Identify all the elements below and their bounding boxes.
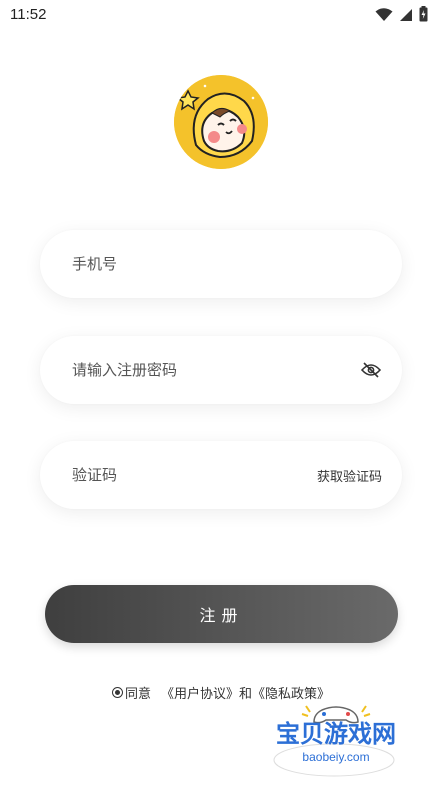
status-bar: 11:52: [0, 0, 442, 30]
status-icons: [375, 6, 428, 26]
watermark-url: baobeiy.com: [302, 750, 369, 764]
status-time: 11:52: [10, 6, 47, 23]
password-field: [40, 336, 402, 404]
eye-hidden-icon[interactable]: [360, 359, 382, 381]
phone-input[interactable]: [70, 254, 382, 274]
watermark-title: 宝贝游戏网: [276, 720, 396, 748]
agree-radio[interactable]: [111, 687, 123, 698]
get-code-button[interactable]: 获取验证码: [317, 466, 382, 485]
watermark-logo: 宝贝游戏网 baobeiy.com: [266, 700, 416, 780]
cartoon-character-avatar: [174, 75, 268, 169]
agree-label: 同意: [124, 687, 151, 702]
user-agreement-link[interactable]: 《用户协议》: [161, 683, 239, 702]
phone-field: [40, 230, 402, 298]
avatar: [174, 75, 268, 169]
verification-code-input[interactable]: [70, 465, 317, 485]
register-button[interactable]: 注册: [45, 585, 398, 643]
verification-code-field: 获取验证码: [40, 441, 402, 509]
and-label: 和: [239, 687, 253, 702]
battery-charging-icon: [419, 6, 428, 26]
password-input[interactable]: [70, 360, 360, 380]
wifi-icon: [375, 7, 393, 26]
cellular-signal-icon: [399, 7, 413, 26]
